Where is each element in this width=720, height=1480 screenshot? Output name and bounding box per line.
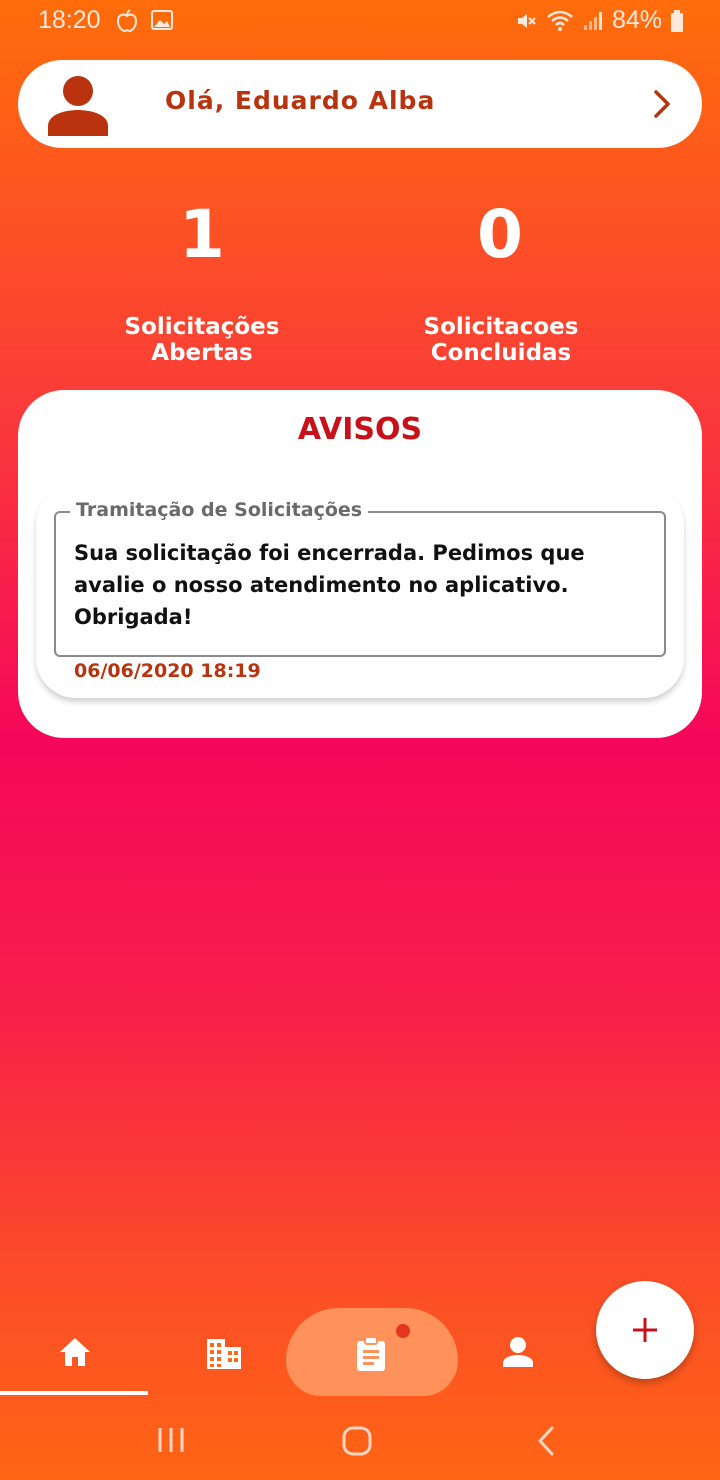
status-time: 18:20 bbox=[38, 6, 101, 34]
signal-icon bbox=[583, 11, 602, 30]
greeting-text: Olá, Eduardo Alba bbox=[165, 86, 436, 115]
image-icon bbox=[151, 10, 173, 30]
notice-category: Tramitação de Solicitações bbox=[70, 499, 369, 521]
home-icon bbox=[60, 1338, 90, 1366]
home-button-icon[interactable] bbox=[342, 1426, 372, 1456]
chevron-right-icon[interactable] bbox=[652, 88, 672, 120]
open-requests-count: 1 bbox=[179, 196, 225, 273]
notices-card: AVISOS Tramitação de Solicitações Sua so… bbox=[18, 390, 702, 738]
notice-fieldset: Tramitação de Solicitações Sua solicitaç… bbox=[54, 499, 666, 657]
notice-date: 06/06/2020 18:19 bbox=[74, 660, 261, 682]
clipboard-icon bbox=[357, 1336, 385, 1371]
building-icon bbox=[207, 1339, 241, 1369]
notification-badge bbox=[396, 1324, 410, 1338]
nav-home[interactable] bbox=[0, 1306, 148, 1396]
status-system-icons: 84% bbox=[514, 6, 684, 35]
battery-percent: 84% bbox=[611, 6, 662, 34]
mute-icon bbox=[517, 13, 536, 28]
apple-icon bbox=[116, 9, 138, 33]
open-requests-label: Solicitações Abertas bbox=[124, 314, 280, 366]
nav-buildings[interactable] bbox=[148, 1306, 296, 1396]
completed-requests-count: 0 bbox=[477, 196, 523, 273]
nav-active-indicator bbox=[0, 1391, 148, 1395]
back-icon[interactable] bbox=[536, 1426, 556, 1456]
greeting-card[interactable]: Olá, Eduardo Alba bbox=[18, 60, 702, 148]
completed-requests-label: Solicitacoes Concluidas bbox=[423, 314, 579, 366]
nav-requests[interactable] bbox=[296, 1306, 444, 1396]
bottom-nav bbox=[0, 1306, 720, 1396]
nav-profile[interactable] bbox=[444, 1306, 592, 1396]
recent-apps-icon[interactable] bbox=[156, 1426, 186, 1454]
avatar-icon bbox=[48, 76, 108, 136]
wifi-icon bbox=[547, 10, 573, 31]
person-icon bbox=[503, 1337, 533, 1367]
notice-message: Sua solicitação foi encerrada. Pedimos q… bbox=[74, 541, 585, 629]
status-notification-icons bbox=[114, 8, 174, 34]
notice-item[interactable]: Tramitação de Solicitações Sua solicitaç… bbox=[36, 484, 684, 698]
notices-title: AVISOS bbox=[297, 412, 423, 447]
battery-icon bbox=[671, 9, 683, 32]
status-bar: 18:20 84% bbox=[0, 0, 720, 44]
system-nav-bar bbox=[0, 1396, 720, 1480]
